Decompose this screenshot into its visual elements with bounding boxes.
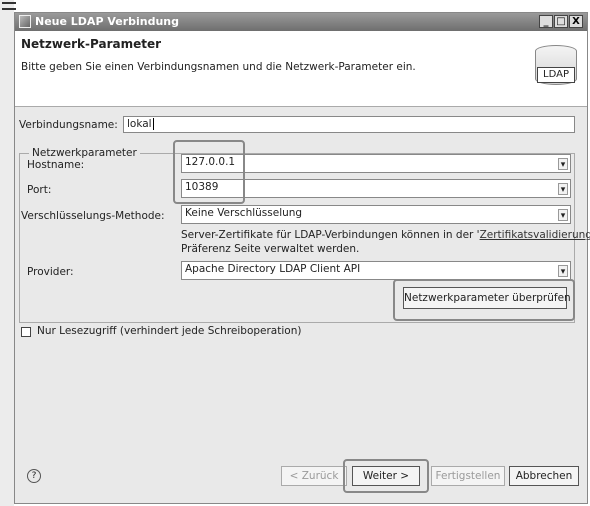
help-icon[interactable]: ?	[27, 469, 41, 483]
menu-icon	[2, 2, 16, 10]
next-button[interactable]: Weiter >	[352, 466, 420, 486]
certificate-hint-line2: Präferenz Seite verwaltet werden.	[181, 243, 360, 255]
chevron-down-icon[interactable]: ▾	[558, 209, 568, 221]
page-description: Bitte geben Sie einen Verbindungsnamen u…	[21, 61, 416, 73]
ldap-logo-text: LDAP	[537, 67, 575, 83]
provider-value: Apache Directory LDAP Client API	[185, 263, 361, 275]
encryption-label: Verschlüsselungs-Methode:	[21, 210, 165, 222]
connection-name-label: Verbindungsname:	[19, 119, 118, 131]
text-cursor	[152, 118, 154, 130]
chevron-down-icon[interactable]: ▾	[558, 158, 568, 170]
cancel-button[interactable]: Abbrechen	[509, 466, 579, 486]
host-port-highlight	[173, 140, 245, 204]
wizard-header: Netzwerk-Parameter Bitte geben Sie einen…	[15, 31, 587, 107]
encryption-value: Keine Verschlüsselung	[185, 207, 303, 219]
title-bar: Neue LDAP Verbindung _ □ X	[15, 13, 587, 31]
provider-label: Provider:	[27, 266, 74, 278]
minimize-button[interactable]: _	[539, 15, 553, 28]
app-icon	[19, 15, 31, 28]
port-label: Port:	[27, 184, 52, 196]
chevron-down-icon[interactable]: ▾	[558, 265, 568, 277]
readonly-label: Nur Lesezugriff (verhindert jede Schreib…	[37, 325, 302, 337]
chevron-down-icon[interactable]: ▾	[558, 183, 568, 195]
ldap-logo-icon: LDAP	[535, 45, 577, 85]
window-title: Neue LDAP Verbindung	[35, 15, 180, 28]
connection-name-value: lokal	[127, 118, 152, 130]
maximize-button[interactable]: □	[554, 15, 568, 28]
certificate-validation-link[interactable]: Zertifikatsvalidierung	[480, 229, 590, 241]
provider-combo[interactable]: Apache Directory LDAP Client API ▾	[181, 261, 571, 280]
check-network-button[interactable]: Netzwerkparameter überprüfen	[403, 287, 571, 309]
background-strip	[0, 0, 14, 506]
encryption-combo[interactable]: Keine Verschlüsselung ▾	[181, 205, 571, 224]
close-button[interactable]: X	[569, 15, 583, 28]
finish-button[interactable]: Fertigstellen	[431, 466, 505, 486]
hint-text: Server-Zertifikate für LDAP-Verbindungen…	[181, 229, 480, 241]
hostname-label: Hostname:	[27, 159, 85, 171]
connection-name-input[interactable]: lokal	[123, 116, 575, 133]
back-button[interactable]: < Zurück	[281, 466, 347, 486]
network-group-label: Netzwerkparameter	[29, 147, 140, 159]
readonly-checkbox[interactable]	[21, 327, 31, 337]
dialog-window: Neue LDAP Verbindung _ □ X Netzwerk-Para…	[14, 12, 590, 504]
certificate-hint: Server-Zertifikate für LDAP-Verbindungen…	[181, 229, 590, 241]
page-title: Netzwerk-Parameter	[21, 37, 162, 51]
